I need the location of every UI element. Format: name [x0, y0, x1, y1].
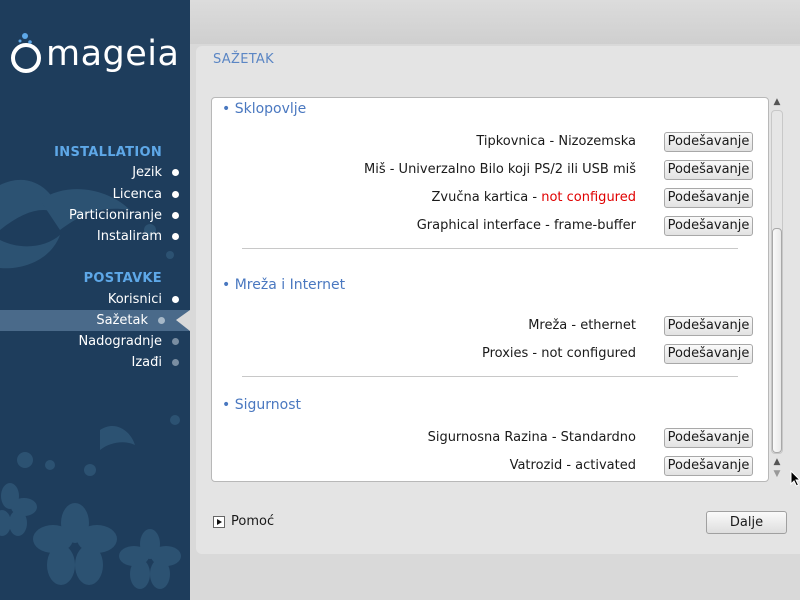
scrollbar-thumb[interactable] — [772, 228, 782, 453]
step-label: Instaliram — [96, 229, 162, 244]
scrollbar-track[interactable] — [771, 110, 783, 454]
next-button[interactable]: Dalje — [706, 511, 787, 534]
installation-section-title: INSTALLATION — [54, 145, 162, 160]
step-licenca: Licenca — [112, 184, 179, 205]
top-banner — [190, 0, 800, 44]
scroll-up-arrow-icon[interactable]: ▲ — [770, 96, 784, 108]
step-instaliram: Instaliram — [96, 226, 179, 247]
help-label: Pomoć — [231, 514, 275, 529]
step-pending-dot — [172, 338, 179, 345]
summary-row-security-level: Sigurnosna Razina - Standardno Podešavan… — [212, 428, 768, 448]
postavke-section-title: POSTAVKE — [83, 271, 162, 286]
step-current-dot — [158, 317, 165, 324]
summary-row-keyboard: Tipkovnica - Nizozemska Podešavanje — [212, 132, 768, 152]
category-hardware: • Sklopovlje — [222, 101, 307, 117]
summary-row-graphical-interface: Graphical interface - frame-buffer Podeš… — [212, 216, 768, 236]
current-step-pointer — [176, 310, 190, 331]
summary-row-label: Vatrozid - activated — [509, 458, 636, 473]
category-security: • Sigurnost — [222, 397, 301, 413]
summary-row-network: Mreža - ethernet Podešavanje — [212, 316, 768, 336]
scroll-down-disabled-arrow-icon[interactable]: ▼ — [770, 468, 784, 480]
sidebar: mageia INSTALLATION Jezik Licenca Partic… — [0, 0, 190, 600]
step-label: Particioniranje — [69, 208, 162, 223]
summary-row-mouse: Miš - Univerzalno Bilo koji PS/2 ili USB… — [212, 160, 768, 180]
summary-row-sound-card: Zvučna kartica - not configured Podešava… — [212, 188, 768, 208]
step-done-dot — [172, 212, 179, 219]
step-sazetak-current: Sažetak — [0, 310, 190, 331]
summary-list: • Sklopovlje Tipkovnica - Nizozemska Pod… — [211, 97, 769, 482]
step-izadi: Izađi — [131, 352, 179, 373]
step-label: Jezik — [132, 165, 162, 180]
step-label: Licenca — [112, 187, 162, 202]
step-done-dot — [172, 296, 179, 303]
step-done-dot — [172, 233, 179, 240]
not-configured-warning: not configured — [541, 190, 636, 205]
step-done-dot — [172, 191, 179, 198]
step-label: Sažetak — [96, 313, 148, 328]
configure-proxies-button[interactable]: Podešavanje — [664, 344, 753, 364]
expand-arrow-icon — [213, 516, 225, 528]
logo-text: mageia — [46, 34, 180, 74]
summary-row-firewall: Vatrozid - activated Podešavanje — [212, 456, 768, 476]
step-pending-dot — [172, 359, 179, 366]
category-network: • Mreža i Internet — [222, 277, 346, 293]
summary-row-label: Sigurnosna Razina - Standardno — [427, 430, 636, 445]
page-title: SAŽETAK — [213, 52, 274, 67]
mageia-logo-icon — [11, 33, 41, 73]
step-label: Korisnici — [107, 292, 162, 307]
summary-row-proxies: Proxies - not configured Podešavanje — [212, 344, 768, 364]
step-nadogradnje: Nadogradnje — [78, 331, 179, 352]
step-particioniranje: Particioniranje — [69, 205, 179, 226]
configure-keyboard-button[interactable]: Podešavanje — [664, 132, 753, 152]
configure-sound-card-button[interactable]: Podešavanje — [664, 188, 753, 208]
step-label: Nadogradnje — [78, 334, 162, 349]
summary-row-label: Tipkovnica - Nizozemska — [476, 134, 636, 149]
section-divider — [242, 248, 738, 249]
section-divider — [242, 376, 738, 377]
step-label: Izađi — [131, 355, 163, 370]
configure-mouse-button[interactable]: Podešavanje — [664, 160, 753, 180]
summary-row-label: Zvučna kartica - not configured — [431, 190, 636, 205]
summary-row-label: Proxies - not configured — [481, 346, 636, 361]
mouse-pointer-icon — [790, 470, 800, 487]
summary-row-label: Graphical interface - frame-buffer — [416, 218, 636, 233]
summary-row-label: Miš - Univerzalno Bilo koji PS/2 ili USB… — [364, 162, 636, 177]
step-korisnici: Korisnici — [107, 289, 179, 310]
configure-security-level-button[interactable]: Podešavanje — [664, 428, 753, 448]
configure-graphical-interface-button[interactable]: Podešavanje — [664, 216, 753, 236]
step-done-dot — [172, 169, 179, 176]
summary-row-label: Mreža - ethernet — [528, 318, 636, 333]
configure-network-button[interactable]: Podešavanje — [664, 316, 753, 336]
configure-firewall-button[interactable]: Podešavanje — [664, 456, 753, 476]
step-jezik: Jezik — [132, 162, 179, 183]
scroll-down-arrow-icon[interactable]: ▲ — [770, 456, 784, 468]
vertical-scrollbar[interactable]: ▲ ▲ ▼ — [768, 96, 786, 480]
